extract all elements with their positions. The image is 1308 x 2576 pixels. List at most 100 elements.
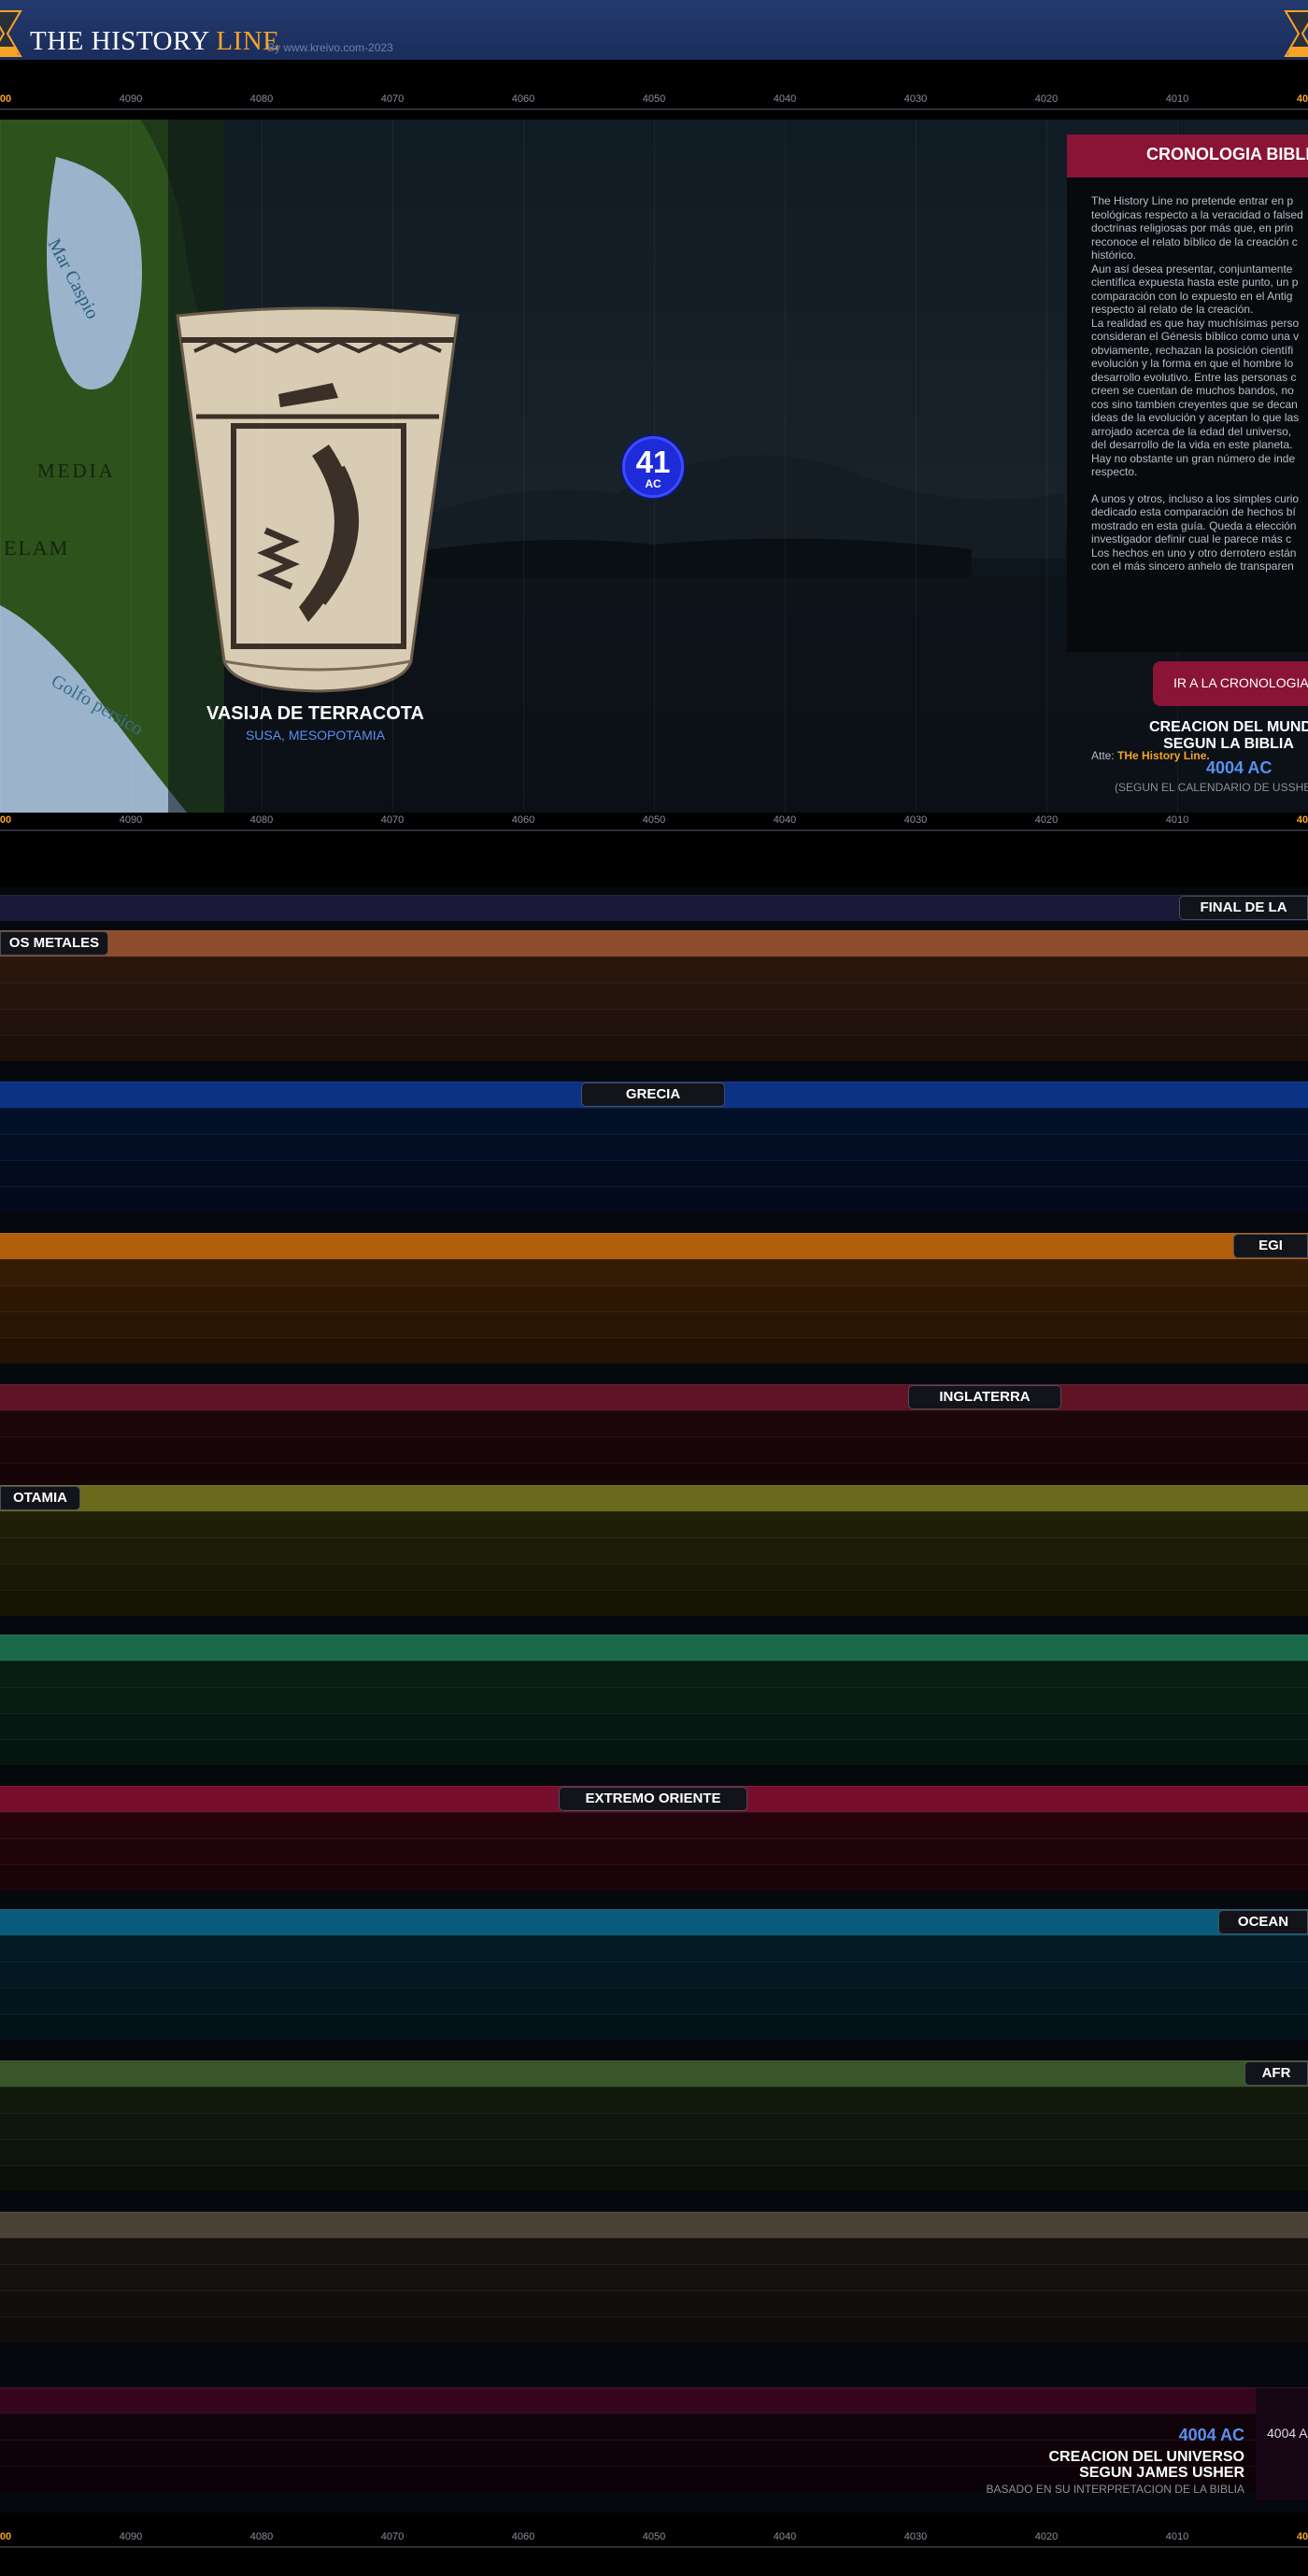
region-band-row bbox=[0, 2290, 1308, 2316]
creation-universe-marker[interactable]: 4004 A bbox=[1256, 2388, 1308, 2500]
ruler-tick-label: 4070 bbox=[380, 93, 405, 105]
creation-universe-marker-label: 4004 A bbox=[1267, 2426, 1308, 2441]
region-band-row bbox=[0, 1311, 1308, 1338]
panel-text-line: creen se cuentan de muchos bandos, no bbox=[1091, 384, 1294, 397]
region-band-row bbox=[0, 895, 1308, 921]
region-band-label[interactable]: INGLATERRA bbox=[908, 1385, 1061, 1409]
creation-universe-title-line2: SEGUN JAMES USHER bbox=[1079, 2465, 1244, 2481]
panel-text-line: dedicado esta comparación de hechos bí bbox=[1091, 505, 1296, 518]
ruler-line bbox=[0, 108, 1308, 110]
creation-world-date: 4004 AC bbox=[1206, 758, 1272, 777]
panel-text-line: A unos y otros, incluso a los simples cu… bbox=[1091, 491, 1300, 505]
site-logo[interactable]: THE HISTORY LINE bbox=[30, 26, 279, 57]
region-band[interactable]: EXTREMO ORIENTE bbox=[0, 1786, 1308, 1890]
biblical-chronology-panel: CRONOLOGIA BIBLIC The History Line no pr… bbox=[1067, 134, 1308, 762]
grid-line bbox=[262, 120, 263, 813]
region-band[interactable] bbox=[0, 1635, 1308, 1765]
region-band-label[interactable]: AFR bbox=[1244, 2061, 1308, 2086]
grid-line bbox=[131, 120, 132, 813]
logo-main-text: THE HISTORY bbox=[30, 26, 217, 56]
timeline-ruler-bottom: 00 4090 4080 4070 4060 4050 4040 4030 4020 4010 40 bbox=[0, 2531, 1308, 2557]
ruler-tick-label: 4040 bbox=[773, 2531, 797, 2542]
region-band-label[interactable]: OCEAN bbox=[1218, 1910, 1308, 1934]
region-band-row bbox=[0, 1108, 1308, 1134]
panel-text-line: cos sino tambien creyentes que se decan bbox=[1091, 397, 1298, 411]
go-to-chronology-button[interactable]: IR A LA CRONOLOGIA bbox=[1153, 661, 1308, 706]
panel-text-line: del desarrollo de la vida en este planet… bbox=[1091, 438, 1293, 451]
grid-line bbox=[785, 120, 786, 813]
panel-text-line: doctrinas religiosas por más que, en pri… bbox=[1091, 221, 1294, 234]
ruler-tick-label: 4090 bbox=[119, 93, 143, 105]
region-band[interactable]: OS METALES bbox=[0, 930, 1308, 1061]
ruler-tick-label: 4060 bbox=[511, 814, 535, 826]
region-band-row bbox=[0, 1285, 1308, 1311]
region-band-label[interactable]: GRECIA bbox=[581, 1083, 725, 1107]
region-band-row bbox=[0, 1661, 1308, 1687]
region-band-row bbox=[0, 2165, 1308, 2191]
region-band[interactable]: EGI bbox=[0, 1233, 1308, 1364]
ruler-tick-label: 4060 bbox=[511, 93, 535, 105]
region-band[interactable]: GRECIA bbox=[0, 1082, 1308, 1212]
panel-text-line: La realidad es que hay muchísimas perso bbox=[1091, 316, 1300, 330]
region-bands: FINAL DE LA OS METALES GRECIA EGI INGLATERRA… bbox=[0, 887, 1308, 2512]
ruler-tick-label: 40 bbox=[1296, 2531, 1308, 2542]
panel-text-line: Los hechos en uno y otro derrotero están bbox=[1091, 545, 1297, 559]
region-band[interactable] bbox=[0, 2212, 1308, 2342]
region-band-row bbox=[0, 1009, 1308, 1035]
ruler-tick-label: 4030 bbox=[903, 93, 928, 105]
ruler-tick-label: 4080 bbox=[249, 93, 274, 105]
region-band[interactable]: OCEAN bbox=[0, 1909, 1308, 2040]
region-band-row bbox=[0, 1564, 1308, 1590]
ruler-tick-label: 40 bbox=[1296, 93, 1308, 105]
region-band-label[interactable]: EXTREMO ORIENTE bbox=[559, 1787, 747, 1811]
region-band-row bbox=[0, 1961, 1308, 1988]
hourglass-icon bbox=[1284, 10, 1308, 57]
grid-line bbox=[0, 120, 1, 813]
ruler-tick-label: 4070 bbox=[380, 814, 405, 826]
ruler-tick-label: 00 bbox=[0, 2531, 12, 2542]
region-band-row bbox=[0, 1935, 1308, 1961]
region-band-row bbox=[0, 1635, 1308, 1661]
region-band[interactable]: FINAL DE LA bbox=[0, 895, 1308, 921]
creation-world-note: (SEGUN EL CALENDARIO DE USSHER-L bbox=[1115, 781, 1308, 794]
grid-line bbox=[916, 120, 917, 813]
region-band-label[interactable]: OS METALES bbox=[0, 931, 108, 955]
region-band[interactable]: AFR bbox=[0, 2060, 1308, 2191]
year-marker[interactable]: 41 AC bbox=[622, 436, 684, 498]
ruler-tick-label: 4050 bbox=[642, 814, 666, 826]
region-band[interactable]: OTAMIA bbox=[0, 1485, 1308, 1616]
panel-text-line: respecto al relato de la creación. bbox=[1091, 303, 1254, 316]
region-band-row bbox=[0, 983, 1308, 1009]
creation-universe-date: 4004 AC bbox=[1178, 2426, 1244, 2444]
region-band-row bbox=[0, 2139, 1308, 2165]
ruler-tick-label: 4070 bbox=[380, 2531, 405, 2542]
panel-text-line: desarrollo evolutivo. Entre las personas… bbox=[1091, 370, 1297, 384]
region-band-label[interactable]: OTAMIA bbox=[0, 1486, 80, 1510]
header-bar: THE HISTORY LINE By www.kreivo.com-2023 bbox=[0, 0, 1308, 60]
panel-text-line: científica expuesta hasta este punto, un… bbox=[1091, 276, 1299, 289]
creation-world-title-line2: SEGUN LA BIBLIA bbox=[1163, 736, 1294, 752]
region-band-row bbox=[0, 1485, 1308, 1511]
panel-text-line: histórico. bbox=[1091, 248, 1137, 262]
creation-universe-note: BASADO EN SU INTERPRETACION DE LA BIBLIA bbox=[986, 2483, 1244, 2496]
region-band-row bbox=[0, 1590, 1308, 1616]
ruler-line bbox=[0, 2546, 1308, 2548]
region-band-row bbox=[0, 1687, 1308, 1713]
region-band-row bbox=[0, 1864, 1308, 1890]
ruler-tick-label: 4040 bbox=[773, 814, 797, 826]
region-band-row bbox=[0, 2087, 1308, 2113]
region-band-row bbox=[0, 1838, 1308, 1864]
region-band[interactable]: INGLATERRA bbox=[0, 1384, 1308, 1489]
region-band-label[interactable]: EGI bbox=[1233, 1234, 1308, 1258]
region-band-row bbox=[0, 1437, 1308, 1463]
ruler-tick-label: 4080 bbox=[249, 814, 274, 826]
region-band-label[interactable]: FINAL DE LA bbox=[1179, 896, 1308, 920]
map-label-media: MEDIA bbox=[37, 460, 116, 482]
artifact-location[interactable]: SUSA, MESOPOTAMIA bbox=[173, 728, 458, 743]
region-band-row bbox=[0, 1384, 1308, 1410]
region-band-row bbox=[0, 1338, 1308, 1364]
artifact-title: VASIJA DE TERRACOTA bbox=[206, 703, 424, 724]
creation-universe-title: CREACION DEL UNIVERSO SEGUN JAMES USHER bbox=[1048, 2449, 1244, 2481]
panel-text-line: Aun así desea presentar, conjuntamente bbox=[1091, 262, 1293, 276]
ruler-tick-label: 4010 bbox=[1165, 2531, 1189, 2542]
